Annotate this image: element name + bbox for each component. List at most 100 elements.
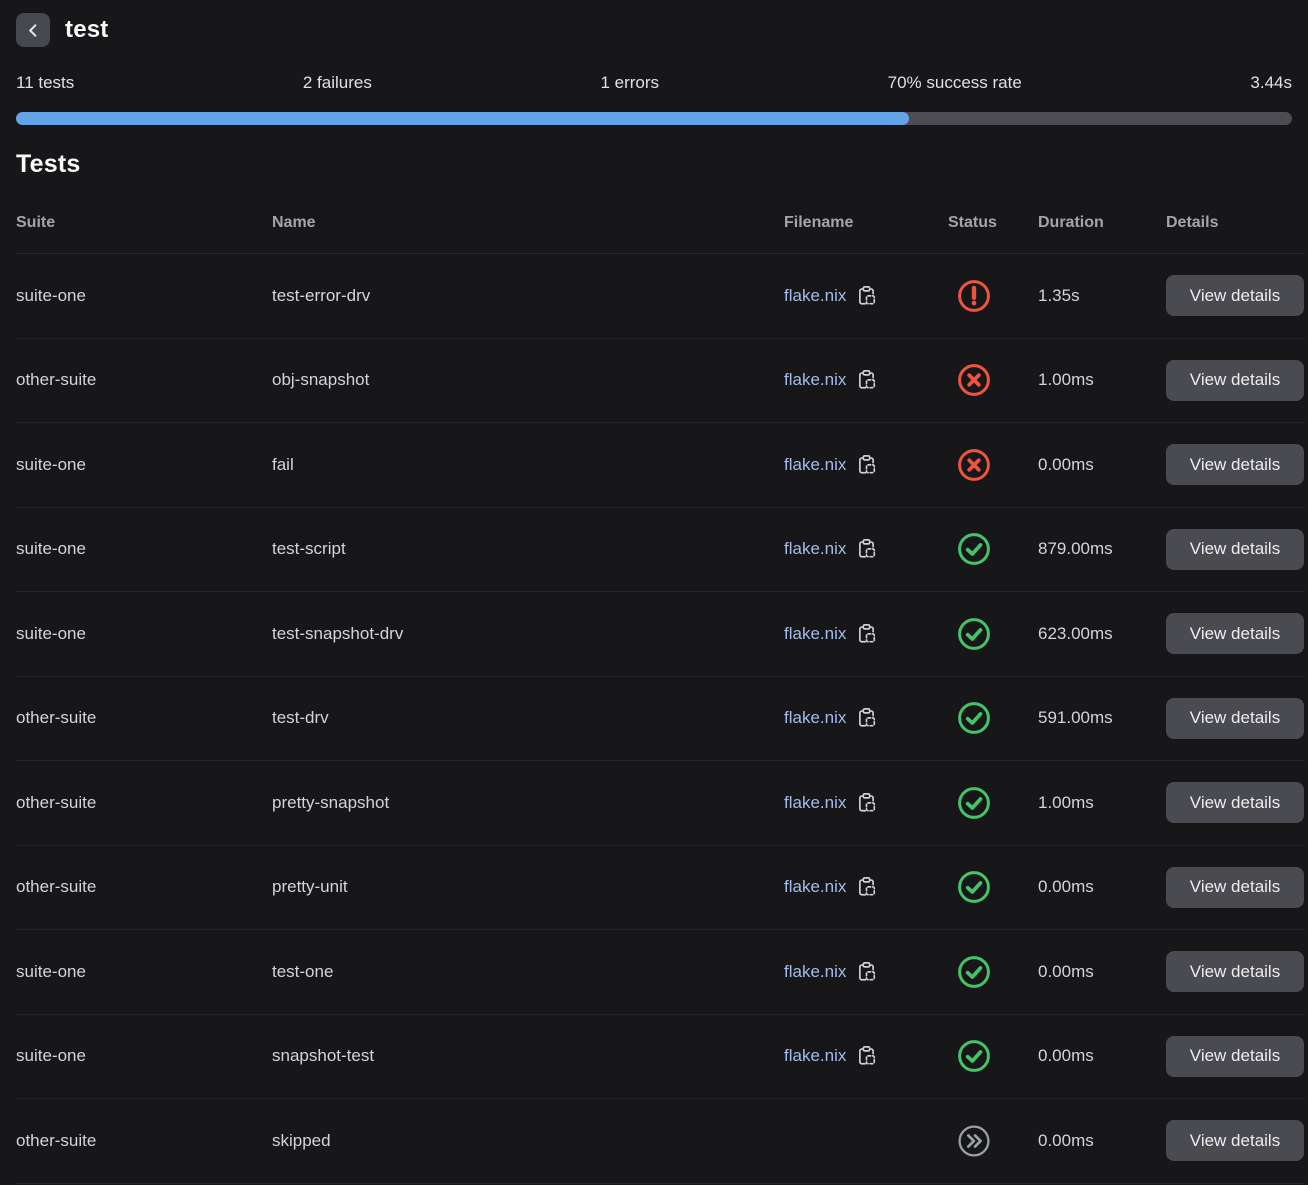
- status-cell: [948, 531, 1038, 567]
- copy-filename-button[interactable]: [856, 623, 877, 645]
- filename-link[interactable]: flake.nix: [784, 1046, 846, 1066]
- filename-link[interactable]: flake.nix: [784, 370, 846, 390]
- details-cell: View details: [1166, 613, 1305, 654]
- clipboard-copy-icon: [856, 876, 877, 898]
- name-cell: obj-snapshot: [272, 370, 784, 390]
- status-skipped-chevrons-right-circle-icon: [956, 1123, 992, 1159]
- status-cell: [948, 362, 1038, 398]
- name-cell: test-snapshot-drv: [272, 624, 784, 644]
- filename-cell: flake.nix: [784, 538, 948, 560]
- status-fail-x-circle-icon: [956, 362, 992, 398]
- name-cell: test-one: [272, 962, 784, 982]
- column-header-details: Details: [1166, 214, 1305, 232]
- copy-filename-button[interactable]: [856, 454, 877, 476]
- filename-link[interactable]: flake.nix: [784, 962, 846, 982]
- filename-cell: flake.nix: [784, 454, 948, 476]
- tests-heading: Tests: [16, 150, 1292, 179]
- filename-cell: flake.nix: [784, 1045, 948, 1067]
- stat-total-tests: 11 tests: [16, 73, 74, 93]
- filename-link[interactable]: flake.nix: [784, 708, 846, 728]
- column-header-name: Name: [272, 214, 784, 232]
- status-cell: [948, 1038, 1038, 1074]
- suite-cell: other-suite: [16, 708, 272, 728]
- status-cell: [948, 278, 1038, 314]
- view-details-button[interactable]: View details: [1166, 698, 1304, 739]
- filename-link[interactable]: flake.nix: [784, 877, 846, 897]
- column-header-duration: Duration: [1038, 214, 1166, 232]
- clipboard-copy-icon: [856, 285, 877, 307]
- details-cell: View details: [1166, 529, 1305, 570]
- clipboard-copy-icon: [856, 623, 877, 645]
- view-details-button[interactable]: View details: [1166, 1120, 1304, 1161]
- copy-filename-button[interactable]: [856, 1045, 877, 1067]
- duration-cell: 623.00ms: [1038, 624, 1166, 644]
- status-cell: [948, 447, 1038, 483]
- filename-link[interactable]: flake.nix: [784, 624, 846, 644]
- duration-cell: 0.00ms: [1038, 877, 1166, 897]
- copy-filename-button[interactable]: [856, 285, 877, 307]
- view-details-button[interactable]: View details: [1166, 1036, 1304, 1077]
- view-details-button[interactable]: View details: [1166, 613, 1304, 654]
- copy-filename-button[interactable]: [856, 369, 877, 391]
- view-details-button[interactable]: View details: [1166, 444, 1304, 485]
- filename-cell: flake.nix: [784, 623, 948, 645]
- filename-link[interactable]: flake.nix: [784, 539, 846, 559]
- tests-table: Suite Name Filename Status Duration Deta…: [0, 179, 1308, 1184]
- name-cell: snapshot-test: [272, 1046, 784, 1066]
- status-pass-check-circle-icon: [956, 616, 992, 652]
- status-cell: [948, 785, 1038, 821]
- suite-cell: other-suite: [16, 1131, 272, 1151]
- copy-filename-button[interactable]: [856, 792, 877, 814]
- duration-cell: 0.00ms: [1038, 1131, 1166, 1151]
- filename-link[interactable]: flake.nix: [784, 793, 846, 813]
- view-details-button[interactable]: View details: [1166, 951, 1304, 992]
- view-details-button[interactable]: View details: [1166, 360, 1304, 401]
- view-details-button[interactable]: View details: [1166, 275, 1304, 316]
- filename-cell: flake.nix: [784, 285, 948, 307]
- success-rate-progress-fill: [16, 112, 909, 125]
- view-details-button[interactable]: View details: [1166, 782, 1304, 823]
- copy-filename-button[interactable]: [856, 961, 877, 983]
- name-cell: test-error-drv: [272, 286, 784, 306]
- copy-filename-button[interactable]: [856, 707, 877, 729]
- view-details-button[interactable]: View details: [1166, 867, 1304, 908]
- suite-cell: other-suite: [16, 793, 272, 813]
- status-cell: [948, 1123, 1038, 1159]
- suite-cell: other-suite: [16, 370, 272, 390]
- name-cell: fail: [272, 455, 784, 475]
- details-cell: View details: [1166, 1036, 1305, 1077]
- suite-cell: suite-one: [16, 539, 272, 559]
- report-summary-section: test 11 tests 2 failures 1 errors 70% su…: [0, 0, 1308, 179]
- status-pass-check-circle-icon: [956, 700, 992, 736]
- copy-filename-button[interactable]: [856, 538, 877, 560]
- table-row: other-suite pretty-unit flake.nix 0.0: [16, 846, 1305, 931]
- stat-duration: 3.44s: [1250, 73, 1292, 93]
- name-cell: pretty-snapshot: [272, 793, 784, 813]
- suite-cell: suite-one: [16, 962, 272, 982]
- view-details-button[interactable]: View details: [1166, 529, 1304, 570]
- status-cell: [948, 700, 1038, 736]
- details-cell: View details: [1166, 360, 1305, 401]
- status-fail-x-circle-icon: [956, 447, 992, 483]
- suite-cell: suite-one: [16, 286, 272, 306]
- clipboard-copy-icon: [856, 792, 877, 814]
- details-cell: View details: [1166, 1120, 1305, 1161]
- filename-cell: flake.nix: [784, 707, 948, 729]
- success-rate-progress-bar: [16, 112, 1292, 125]
- stat-success-rate: 70% success rate: [888, 73, 1022, 93]
- duration-cell: 1.00ms: [1038, 793, 1166, 813]
- status-pass-check-circle-icon: [956, 869, 992, 905]
- back-button[interactable]: [16, 13, 50, 47]
- test-report-page: test 11 tests 2 failures 1 errors 70% su…: [0, 0, 1308, 1185]
- table-row: other-suite pretty-snapshot flake.nix: [16, 761, 1305, 846]
- filename-link[interactable]: flake.nix: [784, 455, 846, 475]
- tests-table-header: Suite Name Filename Status Duration Deta…: [16, 179, 1305, 254]
- column-header-suite: Suite: [16, 214, 272, 232]
- table-row: suite-one test-script flake.nix 879.0: [16, 508, 1305, 593]
- filename-cell: flake.nix: [784, 961, 948, 983]
- copy-filename-button[interactable]: [856, 876, 877, 898]
- filename-link[interactable]: flake.nix: [784, 286, 846, 306]
- duration-cell: 0.00ms: [1038, 1046, 1166, 1066]
- details-cell: View details: [1166, 867, 1305, 908]
- suite-cell: other-suite: [16, 877, 272, 897]
